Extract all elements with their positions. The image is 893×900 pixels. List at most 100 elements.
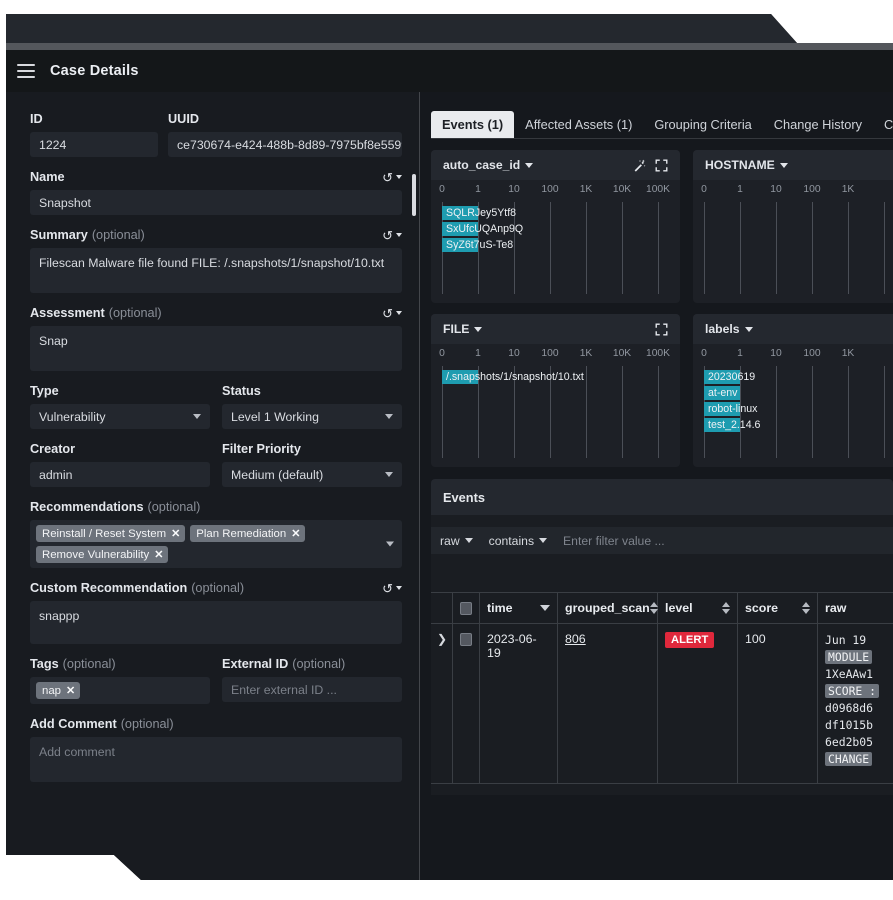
type-status-row: Type Vulnerability Status Level 1 Workin… — [30, 384, 402, 429]
chart-title[interactable]: labels — [705, 322, 753, 336]
tab-comments[interactable]: Comm — [873, 111, 893, 138]
chevron-down-icon — [464, 538, 473, 543]
th-grouped-scan[interactable]: grouped_scan — [558, 593, 658, 623]
custom-recommendation-textarea[interactable]: snappp — [30, 601, 402, 644]
history-glyph: ↺ — [382, 305, 393, 321]
tags-input[interactable]: nap ✕ — [30, 677, 210, 704]
raw-line: d0968d6 — [825, 701, 874, 715]
external-id-input[interactable]: Enter external ID ... — [222, 677, 402, 702]
sort-desc-icon[interactable] — [540, 605, 550, 611]
case-details-form: ID 1224 UUID ce730674-e424-488b-8d89-797… — [6, 92, 420, 880]
recommendation-chip[interactable]: Remove Vulnerability ✕ — [36, 546, 169, 563]
chevron-down-icon — [396, 311, 402, 315]
tab-grouping-criteria[interactable]: Grouping Criteria — [643, 111, 762, 138]
history-glyph: ↺ — [382, 227, 393, 243]
bar-item[interactable]: 20230619 — [704, 370, 893, 384]
expand-icon[interactable] — [655, 323, 668, 336]
uuid-input[interactable]: ce730674-e424-488b-8d89-7975bf8e5599 — [168, 132, 402, 157]
recommendations-multiselect[interactable]: Reinstall / Reset System ✕ Plan Remediat… — [30, 520, 402, 568]
bar-item[interactable]: SQLRJey5Ytf8 — [442, 206, 680, 220]
status-label: Status — [222, 384, 261, 398]
type-value: Vulnerability — [39, 409, 106, 424]
recommendation-chip[interactable]: Plan Remediation ✕ — [190, 525, 306, 542]
id-label: ID — [30, 112, 43, 126]
add-comment-field: Add Comment (optional) Add comment — [30, 717, 402, 782]
assessment-textarea[interactable]: Snap — [30, 326, 402, 371]
history-revert-icon-summary[interactable]: ↺ — [382, 229, 402, 242]
events-section: Events raw contains Enter filter value .… — [420, 479, 893, 795]
tags-externalid-row: Tags (optional) nap ✕ External ID (optio… — [30, 657, 402, 704]
th-select-all[interactable] — [453, 593, 480, 623]
th-level[interactable]: level — [658, 593, 738, 623]
bar-item[interactable]: SxUfcUQAnp9Q — [442, 222, 680, 236]
chevron-right-icon[interactable]: ❯ — [437, 632, 447, 646]
chart-plot-area: 0 1 10 100 1K 10K 100K — [431, 184, 680, 303]
cell-grouped-scan[interactable]: 806 — [558, 624, 658, 783]
bar-item[interactable]: test_2.14.6 — [704, 418, 893, 432]
remove-chip-icon[interactable]: ✕ — [66, 684, 75, 697]
hamburger-icon[interactable] — [17, 64, 35, 78]
chart-title[interactable]: HOSTNAME — [705, 158, 788, 172]
history-revert-icon-custom-recommendation[interactable]: ↺ — [382, 582, 402, 595]
filter-priority-label: Filter Priority — [222, 442, 301, 456]
status-select[interactable]: Level 1 Working — [222, 404, 402, 429]
row-expander[interactable]: ❯ — [431, 624, 453, 783]
creator-priority-row: Creator admin Filter Priority Medium (de… — [30, 442, 402, 487]
magic-wand-icon[interactable] — [633, 159, 646, 172]
bar-item[interactable]: /.snapshots/1/snapshot/10.txt — [442, 370, 680, 384]
name-input[interactable]: Snapshot — [30, 190, 402, 215]
chart-title[interactable]: auto_case_id — [443, 158, 534, 172]
filter-field-select[interactable]: raw — [440, 534, 489, 548]
th-score[interactable]: score — [738, 593, 818, 623]
tab-events[interactable]: Events (1) — [431, 111, 515, 138]
facet-chart-row-2: FILE 0 1 10 100 1K 10K 100K /.snapshots/… — [431, 314, 893, 467]
bar-item[interactable]: robot-linux — [704, 402, 893, 416]
sort-icon[interactable] — [649, 602, 658, 614]
row-select[interactable] — [453, 624, 480, 783]
expand-icon[interactable] — [655, 159, 668, 172]
sort-icon[interactable] — [722, 602, 730, 614]
type-select[interactable]: Vulnerability — [30, 404, 210, 429]
add-comment-textarea[interactable]: Add comment — [30, 737, 402, 782]
select-all-checkbox[interactable] — [460, 601, 472, 615]
th-expander — [431, 593, 453, 623]
history-revert-icon-assessment[interactable]: ↺ — [382, 307, 402, 320]
recommendation-chip[interactable]: Reinstall / Reset System ✕ — [36, 525, 186, 542]
bar-item[interactable]: SyZ6t7uS-Te8 — [442, 238, 680, 252]
body-container: ID 1224 UUID ce730674-e424-488b-8d89-797… — [6, 92, 893, 880]
tab-change-history[interactable]: Change History — [763, 111, 873, 138]
tag-chip[interactable]: nap ✕ — [36, 682, 81, 699]
history-revert-icon-name[interactable]: ↺ — [382, 171, 402, 184]
tab-affected-assets[interactable]: Affected Assets (1) — [514, 111, 643, 138]
chart-bars: SQLRJey5Ytf8 SxUfcUQAnp9Q SyZ6t7uS-Te8 — [431, 202, 680, 298]
external-id-label: External ID (optional) — [222, 657, 346, 671]
id-input[interactable]: 1224 — [30, 132, 158, 157]
filter-priority-select[interactable]: Medium (default) — [222, 462, 402, 487]
filter-value-input[interactable]: Enter filter value ... — [563, 534, 665, 548]
remove-chip-icon[interactable]: ✕ — [154, 548, 163, 561]
chart-plot-area: 0 1 10 100 1K 10K 100K — [431, 348, 680, 467]
table-row[interactable]: ❯ 2023-06-19 806 ALERT 100 Jun 19 MODULE… — [431, 624, 893, 784]
chevron-down-icon[interactable] — [386, 541, 394, 547]
remove-chip-icon[interactable]: ✕ — [171, 527, 180, 540]
th-time[interactable]: time — [480, 593, 558, 623]
row-checkbox[interactable] — [460, 633, 472, 646]
facet-chart-auto-case-id: auto_case_id 0 1 10 100 1K 10K 100K SQLR… — [431, 150, 680, 303]
form-scrollbar-thumb[interactable] — [412, 174, 416, 216]
chevron-down-icon — [396, 586, 402, 590]
th-raw[interactable]: raw — [818, 593, 893, 623]
chevron-down-icon — [396, 175, 402, 179]
cell-score: 100 — [738, 624, 818, 783]
creator-input[interactable]: admin — [30, 462, 210, 487]
chevron-down-icon — [385, 414, 393, 419]
summary-textarea[interactable]: Filescan Malware file found FILE: /.snap… — [30, 248, 402, 293]
filter-operator-select[interactable]: contains — [489, 534, 563, 548]
raw-line-tag: SCORE : — [825, 684, 880, 698]
chart-title[interactable]: FILE — [443, 322, 483, 336]
chart-header: labels — [693, 314, 893, 344]
add-comment-label: Add Comment (optional) — [30, 717, 174, 731]
application-window: Case Details ID 1224 UUID ce730674-e424-… — [6, 14, 893, 880]
bar-item[interactable]: at-env — [704, 386, 893, 400]
sort-icon[interactable] — [802, 602, 810, 614]
remove-chip-icon[interactable]: ✕ — [291, 527, 300, 540]
